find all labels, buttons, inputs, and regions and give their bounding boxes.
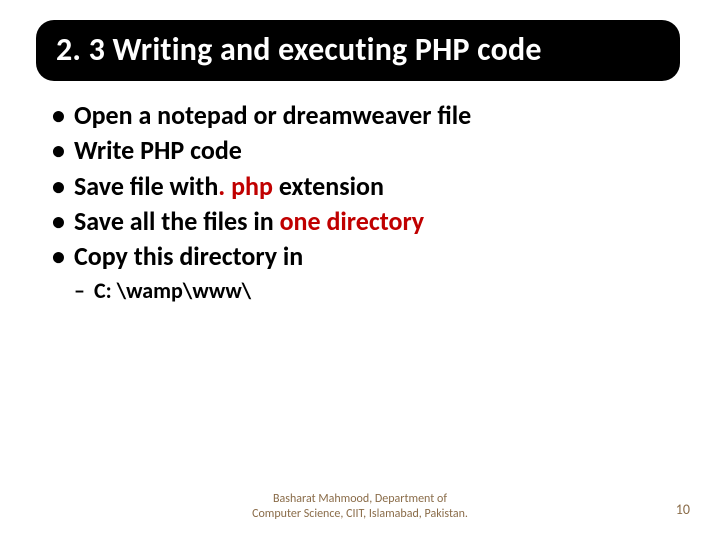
text-fragment: extension: [273, 170, 384, 202]
text-fragment-highlight: . php: [218, 170, 273, 202]
list-item: Save file with. php extension: [50, 170, 690, 203]
list-item: Open a notepad or dreamweaver file: [50, 99, 690, 132]
slide: 2. 3 Writing and executing PHP code Open…: [0, 0, 720, 540]
list-item: Copy this directory in: [50, 240, 690, 273]
list-item: Write PHP code: [50, 134, 690, 167]
page-number: 10: [676, 501, 690, 518]
text-fragment: Save file with: [74, 170, 218, 202]
text-fragment: Save all the files in: [74, 205, 280, 237]
heading-box: 2. 3 Writing and executing PHP code: [36, 20, 680, 81]
footer-line: Computer Science, CIIT, Islamabad, Pakis…: [252, 507, 468, 521]
sub-list-item: C: \wamp\www\: [74, 277, 690, 306]
bullet-list: Open a notepad or dreamweaver file Write…: [30, 99, 690, 273]
footer-line: Basharat Mahmood, Department of: [273, 492, 447, 506]
footer: Basharat Mahmood, Department of Computer…: [0, 492, 720, 522]
list-item: Save all the files in one directory: [50, 205, 690, 238]
text-fragment-highlight: one directory: [280, 205, 425, 237]
sub-bullet-list: C: \wamp\www\: [30, 277, 690, 306]
slide-title: 2. 3 Writing and executing PHP code: [56, 30, 660, 69]
footer-text: Basharat Mahmood, Department of Computer…: [252, 492, 468, 522]
